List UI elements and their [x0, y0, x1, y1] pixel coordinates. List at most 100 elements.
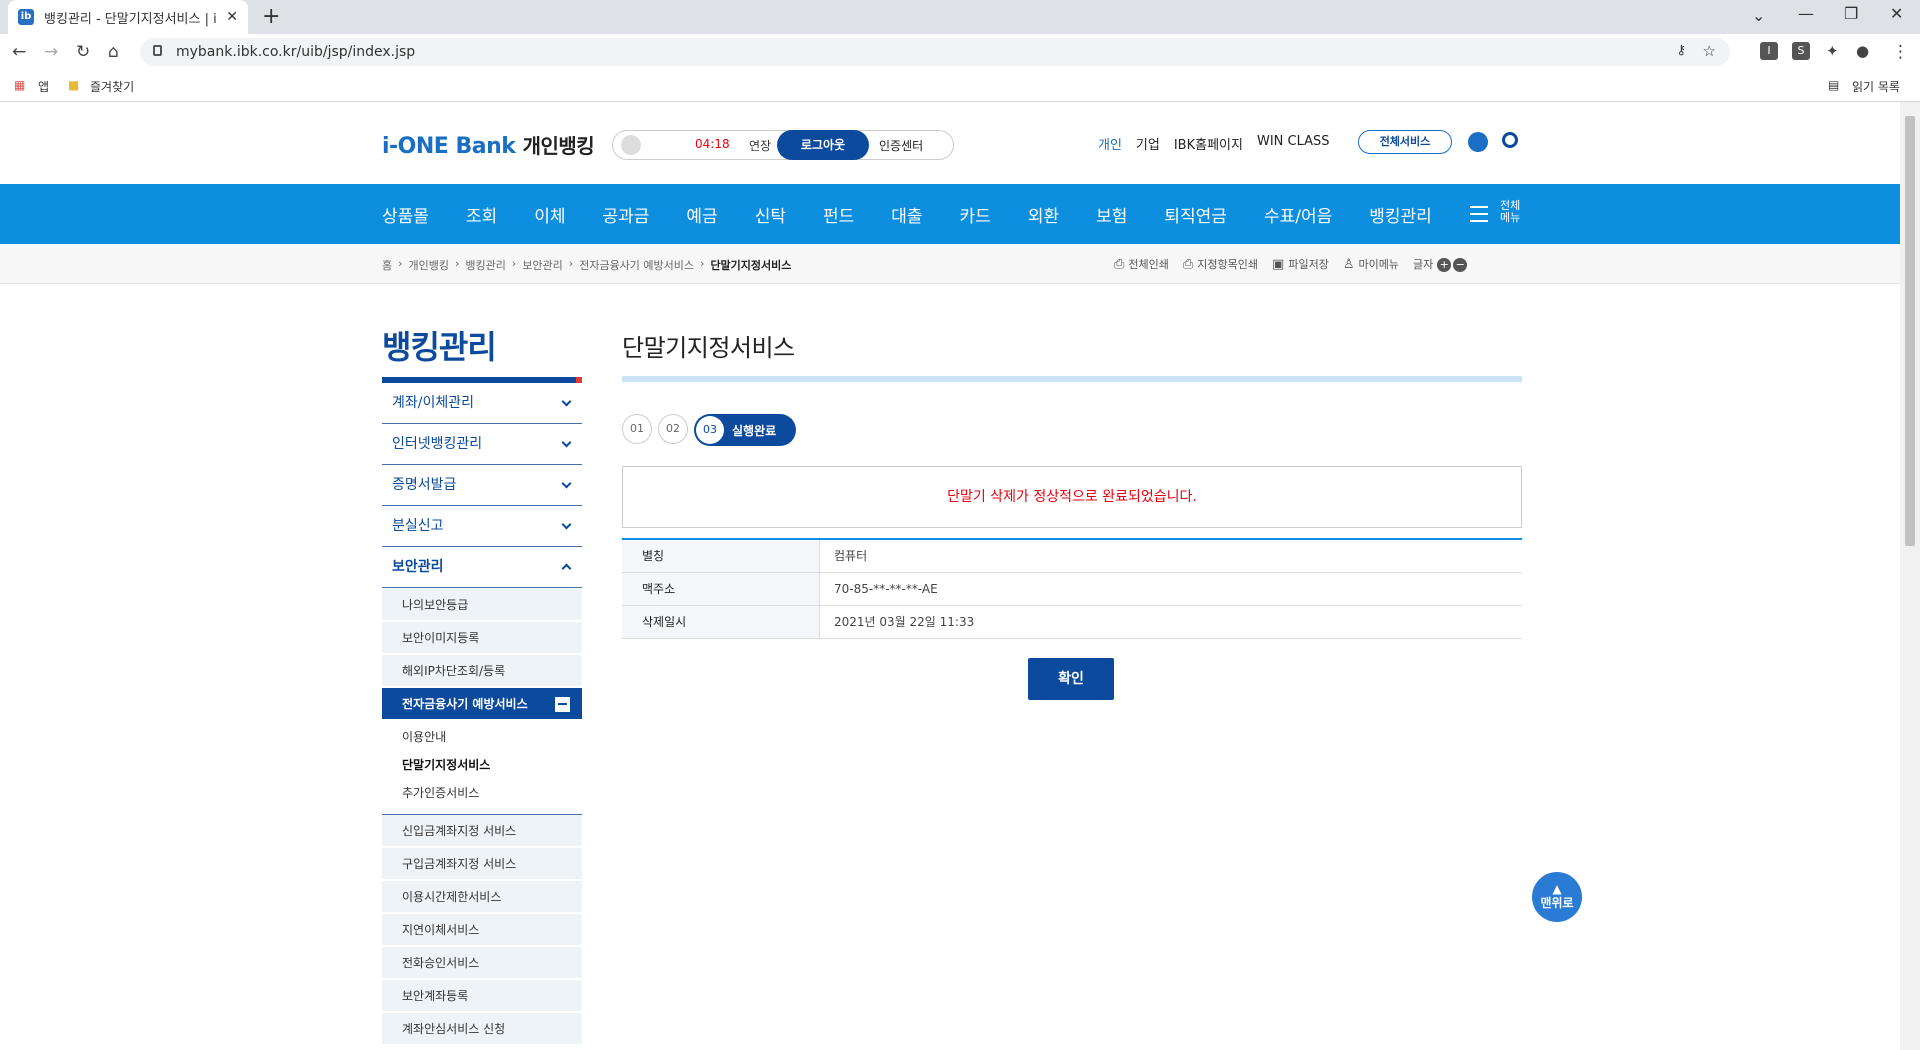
new-tab-icon[interactable]: + [262, 4, 280, 29]
bookmark-star-icon[interactable]: ☆ [1703, 42, 1716, 60]
lnb-sub-item[interactable]: 나의보안등급 [382, 589, 582, 621]
lnb-sub-item[interactable]: 계좌안심서비스 신청 [382, 1013, 582, 1045]
lnb-sub-item[interactable]: 보안계좌등록 [382, 980, 582, 1012]
lnb-leaf-item[interactable]: 이용안내 [402, 728, 446, 745]
breadcrumb-item[interactable]: 뱅킹관리 [465, 257, 505, 273]
gnb-item-13[interactable]: 뱅킹관리 [1369, 202, 1432, 227]
bookmark-favorites[interactable]: 즐겨찾기 [90, 78, 134, 95]
gnb-item-7[interactable]: 대출 [891, 202, 922, 227]
top-nav-personal[interactable]: 개인 [1098, 134, 1122, 153]
top-nav: 개인 기업 IBK홈페이지 WIN CLASS [1098, 134, 1330, 153]
lnb-item-0[interactable]: 계좌/이체관리 [382, 383, 582, 424]
lnb-item-2[interactable]: 증명서발급 [382, 465, 582, 506]
utility-link-2[interactable]: ▣ 파일저장 [1272, 256, 1329, 272]
gnb-item-5[interactable]: 신탁 [755, 202, 786, 227]
ibk-logo[interactable]: i-ONE Bank 개인뱅킹 [382, 130, 595, 159]
chrome-menu-icon[interactable]: ⋮ [1892, 42, 1909, 62]
lnb-item-label: 인터넷뱅킹관리 [392, 436, 483, 452]
lnb-sub-item[interactable]: 전화승인서비스 [382, 947, 582, 979]
session-timer: 04:18 [695, 137, 730, 151]
table-row: 맥주소 70-85-**-**-**-AE [622, 573, 1522, 606]
gnb-item-9[interactable]: 외환 [1028, 202, 1059, 227]
page-title-bar [622, 376, 1522, 382]
lnb-sub-item[interactable]: 지연이체서비스 [382, 914, 582, 946]
page-scrollbar[interactable] [1900, 102, 1920, 1050]
back-to-top-button[interactable]: ▲ 맨위로 [1532, 872, 1582, 922]
gnb-item-4[interactable]: 예금 [686, 202, 717, 227]
reading-list-icon[interactable]: ▤ [1828, 78, 1839, 92]
top-nav-win-class[interactable]: WIN CLASS [1257, 134, 1330, 153]
lnb-sub-item[interactable]: 보안이미지등록 [382, 622, 582, 654]
breadcrumb-item[interactable]: 보안관리 [522, 257, 562, 273]
chevron-down-icon [561, 437, 572, 448]
all-services-dropdown[interactable]: 전체서비스 [1358, 130, 1452, 154]
lnb-sub-item[interactable]: 구입금계좌지정 서비스 [382, 848, 582, 880]
lnb-item-3[interactable]: 분실신고 [382, 506, 582, 547]
font-increase-icon[interactable]: + [1437, 258, 1452, 272]
reading-list[interactable]: 읽기 목록 [1852, 78, 1900, 95]
lnb-title: 뱅킹관리 [382, 328, 497, 366]
lnb-sub-selected-label: 전자금융사기 예방서비스 [402, 697, 528, 711]
font-decrease-icon[interactable]: − [1453, 258, 1468, 272]
apps-grid-icon[interactable]: ▦ [14, 78, 25, 92]
table-value: 70-85-**-**-**-AE [834, 582, 938, 596]
close-window-icon[interactable]: ✕ [1890, 4, 1903, 23]
reload-icon[interactable]: ↻ [76, 42, 90, 62]
gnb-item-3[interactable]: 공과금 [602, 202, 649, 227]
browser-tab[interactable]: ib 뱅킹관리 - 단말기지정서비스 | i ✕ [8, 0, 248, 34]
gnb-item-0[interactable]: 상품몰 [382, 202, 429, 227]
lnb-item-1[interactable]: 인터넷뱅킹관리 [382, 424, 582, 465]
bookmark-apps[interactable]: 앱 [38, 78, 49, 95]
gnb-item-8[interactable]: 카드 [960, 202, 991, 227]
lnb-leaf-item[interactable]: 추가인증서비스 [402, 784, 479, 801]
breadcrumb-item[interactable]: 전자금융사기 예방서비스 [579, 257, 694, 273]
gnb-item-10[interactable]: 보험 [1096, 202, 1127, 227]
utility-link-1[interactable]: ⎙ 지정항목인쇄 [1183, 256, 1258, 272]
gnb-item-11[interactable]: 퇴직연금 [1164, 202, 1227, 227]
key-icon[interactable]: ⚷ [1676, 43, 1686, 58]
lnb-sub-item[interactable]: 신입금계좌지정 서비스 [382, 815, 582, 847]
extend-session-button[interactable]: 연장 [749, 137, 771, 154]
minimize-icon[interactable]: — [1798, 4, 1814, 23]
extension-s-icon[interactable]: S [1792, 42, 1810, 60]
extension-i-icon[interactable]: I [1760, 42, 1778, 60]
utility-link-4[interactable]: 글자 + − [1413, 256, 1468, 272]
gnb-item-2[interactable]: 이체 [534, 202, 565, 227]
profile-icon[interactable]: ● [1856, 42, 1869, 60]
lnb-item-label: 보안관리 [392, 559, 444, 575]
top-nav-business[interactable]: 기업 [1136, 134, 1160, 153]
confirm-button[interactable]: 확인 [1028, 658, 1114, 700]
lnb-sub-item-selected[interactable]: 전자금융사기 예방서비스 [382, 688, 582, 720]
all-menu-icon[interactable] [1470, 206, 1488, 222]
address-bar[interactable]: mybank.ibk.co.kr/uib/jsp/index.jsp ⚷ ☆ [140, 38, 1730, 66]
forward-icon[interactable]: → [44, 42, 58, 62]
utility-link-3[interactable]: ♙ 마이메뉴 [1343, 256, 1399, 272]
globe-icon[interactable] [1468, 132, 1488, 152]
extensions-puzzle-icon[interactable]: ✦ [1826, 42, 1839, 60]
ibk-favicon-icon: ib [18, 9, 34, 25]
search-icon[interactable] [1502, 132, 1518, 148]
breadcrumb-item[interactable]: 홈 [382, 257, 392, 273]
print-icon: ⎙ [1114, 257, 1125, 272]
table-label: 맥주소 [622, 573, 820, 605]
gnb-item-12[interactable]: 수표/어음 [1264, 202, 1332, 227]
tab-search-icon[interactable]: ⌄ [1752, 6, 1765, 25]
top-nav-ibk-home[interactable]: IBK홈페이지 [1174, 134, 1243, 153]
collapse-minus-icon[interactable] [555, 697, 570, 712]
print-select-icon: ⎙ [1182, 257, 1194, 272]
home-icon[interactable]: ⌂ [108, 42, 119, 62]
gnb-item-6[interactable]: 펀드 [823, 202, 854, 227]
lnb-sub-item[interactable]: 해외IP차단조회/등록 [382, 655, 582, 687]
breadcrumb-item[interactable]: 개인뱅킹 [409, 257, 449, 273]
utility-link-0[interactable]: ⎙ 전체인쇄 [1114, 256, 1169, 272]
lnb-leaf-item[interactable]: 단말기지정서비스 [402, 756, 490, 773]
scrollbar-thumb[interactable] [1905, 116, 1915, 546]
back-icon[interactable]: ← [12, 42, 26, 62]
lnb-item-4[interactable]: 보안관리 [382, 547, 582, 588]
lnb-sub-item[interactable]: 이용시간제한서비스 [382, 881, 582, 913]
maximize-icon[interactable]: ❐ [1844, 4, 1858, 23]
logout-button[interactable]: 로그아웃 [777, 130, 869, 160]
gnb-item-1[interactable]: 조회 [466, 202, 497, 227]
close-tab-icon[interactable]: ✕ [226, 9, 238, 25]
cert-center-link[interactable]: 인증센터 [879, 137, 923, 154]
